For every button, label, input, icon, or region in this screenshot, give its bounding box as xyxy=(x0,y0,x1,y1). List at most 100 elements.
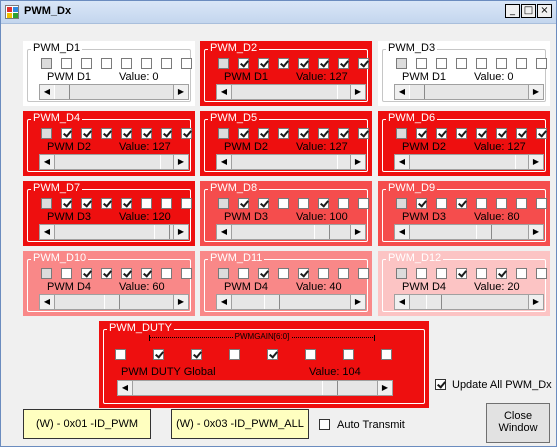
bit-checkbox-3[interactable] xyxy=(278,198,289,209)
bit-checkbox-0[interactable] xyxy=(218,268,229,279)
scroll-left-arrow[interactable]: ◀ xyxy=(40,225,55,239)
bit-checkbox-6[interactable] xyxy=(161,268,172,279)
bit-checkbox-0[interactable] xyxy=(396,268,407,279)
bit-checkbox-5[interactable] xyxy=(496,268,507,279)
bit-checkbox-0[interactable] xyxy=(218,198,229,209)
bit-checkbox-0[interactable] xyxy=(396,58,407,69)
scroll-right-arrow[interactable]: ▶ xyxy=(528,295,543,309)
bit-checkbox-0[interactable] xyxy=(41,268,52,279)
bit-checkbox-0[interactable] xyxy=(218,58,229,69)
bit-checkbox-3[interactable] xyxy=(101,268,112,279)
duty-bit-checkbox-6[interactable] xyxy=(343,349,354,360)
duty-bit-checkbox-7[interactable] xyxy=(381,349,392,360)
scroll-thumb[interactable] xyxy=(154,225,170,239)
update-all-checkbox[interactable] xyxy=(435,379,446,390)
bit-checkbox-2[interactable] xyxy=(81,268,92,279)
duty-bit-checkbox-2[interactable] xyxy=(191,349,202,360)
bit-checkbox-1[interactable] xyxy=(416,128,427,139)
bit-checkbox-2[interactable] xyxy=(436,268,447,279)
bit-checkbox-0[interactable] xyxy=(396,128,407,139)
scroll-right-arrow[interactable]: ▶ xyxy=(528,225,543,239)
bit-checkbox-1[interactable] xyxy=(61,128,72,139)
scroll-left-arrow[interactable]: ◀ xyxy=(217,225,232,239)
scroll-left-arrow[interactable]: ◀ xyxy=(40,295,55,309)
pwm-scrollbar[interactable]: ◀ ▶ xyxy=(216,84,366,100)
pwm-scrollbar[interactable]: ◀ ▶ xyxy=(216,154,366,170)
write-pwm-button[interactable]: (W) - 0x01 -ID_PWM xyxy=(23,409,151,439)
bit-checkbox-1[interactable] xyxy=(61,268,72,279)
bit-checkbox-0[interactable] xyxy=(218,128,229,139)
bit-checkbox-6[interactable] xyxy=(516,58,527,69)
bit-checkbox-6[interactable] xyxy=(161,198,172,209)
bit-checkbox-7[interactable] xyxy=(181,268,192,279)
bit-checkbox-6[interactable] xyxy=(516,128,527,139)
bit-checkbox-5[interactable] xyxy=(496,128,507,139)
bit-checkbox-4[interactable] xyxy=(298,268,309,279)
scroll-right-arrow[interactable]: ▶ xyxy=(173,85,188,99)
scroll-thumb[interactable] xyxy=(409,85,425,99)
pwm-scrollbar[interactable]: ◀ ▶ xyxy=(39,154,189,170)
bit-checkbox-1[interactable] xyxy=(416,198,427,209)
bit-checkbox-3[interactable] xyxy=(101,58,112,69)
bit-checkbox-1[interactable] xyxy=(416,58,427,69)
bit-checkbox-5[interactable] xyxy=(318,58,329,69)
bit-checkbox-3[interactable] xyxy=(456,268,467,279)
pwm-scrollbar[interactable]: ◀ ▶ xyxy=(394,154,544,170)
bit-checkbox-2[interactable] xyxy=(258,198,269,209)
bit-checkbox-5[interactable] xyxy=(496,198,507,209)
minimize-button[interactable]: _ xyxy=(505,4,520,18)
bit-checkbox-4[interactable] xyxy=(121,198,132,209)
bit-checkbox-3[interactable] xyxy=(101,198,112,209)
pwm-scrollbar[interactable]: ◀ ▶ xyxy=(394,84,544,100)
pwm-scrollbar[interactable]: ◀ ▶ xyxy=(39,84,189,100)
scroll-left-arrow[interactable]: ◀ xyxy=(40,85,55,99)
write-pwm-all-button[interactable]: (W) - 0x03 -ID_PWM_ALL xyxy=(171,409,309,439)
bit-checkbox-7[interactable] xyxy=(358,128,369,139)
bit-checkbox-4[interactable] xyxy=(298,58,309,69)
scroll-left-arrow[interactable]: ◀ xyxy=(118,381,133,395)
scroll-left-arrow[interactable]: ◀ xyxy=(40,155,55,169)
scroll-right-arrow[interactable]: ▶ xyxy=(173,295,188,309)
bit-checkbox-6[interactable] xyxy=(161,58,172,69)
bit-checkbox-4[interactable] xyxy=(476,128,487,139)
auto-transmit-checkbox[interactable] xyxy=(319,419,330,430)
bit-checkbox-5[interactable] xyxy=(318,268,329,279)
bit-checkbox-2[interactable] xyxy=(436,198,447,209)
scroll-thumb[interactable] xyxy=(314,225,330,239)
bit-checkbox-3[interactable] xyxy=(456,128,467,139)
bit-checkbox-6[interactable] xyxy=(338,268,349,279)
bit-checkbox-7[interactable] xyxy=(536,268,547,279)
bit-checkbox-3[interactable] xyxy=(101,128,112,139)
bit-checkbox-5[interactable] xyxy=(141,58,152,69)
pwm-scrollbar[interactable]: ◀ ▶ xyxy=(216,224,366,240)
bit-checkbox-7[interactable] xyxy=(536,58,547,69)
bit-checkbox-4[interactable] xyxy=(298,128,309,139)
bit-checkbox-6[interactable] xyxy=(161,128,172,139)
bit-checkbox-3[interactable] xyxy=(278,58,289,69)
bit-checkbox-7[interactable] xyxy=(358,268,369,279)
scroll-thumb[interactable] xyxy=(104,295,120,309)
scroll-thumb[interactable] xyxy=(426,295,442,309)
bit-checkbox-6[interactable] xyxy=(516,198,527,209)
scroll-right-arrow[interactable]: ▶ xyxy=(350,85,365,99)
bit-checkbox-5[interactable] xyxy=(318,198,329,209)
duty-bit-checkbox-1[interactable] xyxy=(153,349,164,360)
duty-bit-checkbox-5[interactable] xyxy=(305,349,316,360)
bit-checkbox-2[interactable] xyxy=(258,128,269,139)
bit-checkbox-1[interactable] xyxy=(238,198,249,209)
bit-checkbox-3[interactable] xyxy=(278,268,289,279)
bit-checkbox-2[interactable] xyxy=(436,128,447,139)
bit-checkbox-6[interactable] xyxy=(516,268,527,279)
bit-checkbox-5[interactable] xyxy=(496,58,507,69)
bit-checkbox-4[interactable] xyxy=(121,128,132,139)
scroll-thumb[interactable] xyxy=(54,85,70,99)
bit-checkbox-6[interactable] xyxy=(338,128,349,139)
bit-checkbox-1[interactable] xyxy=(238,58,249,69)
scroll-left-arrow[interactable]: ◀ xyxy=(217,85,232,99)
scroll-left-arrow[interactable]: ◀ xyxy=(217,295,232,309)
bit-checkbox-5[interactable] xyxy=(141,198,152,209)
bit-checkbox-2[interactable] xyxy=(258,58,269,69)
scroll-right-arrow[interactable]: ▶ xyxy=(173,155,188,169)
bit-checkbox-7[interactable] xyxy=(358,58,369,69)
bit-checkbox-4[interactable] xyxy=(298,198,309,209)
